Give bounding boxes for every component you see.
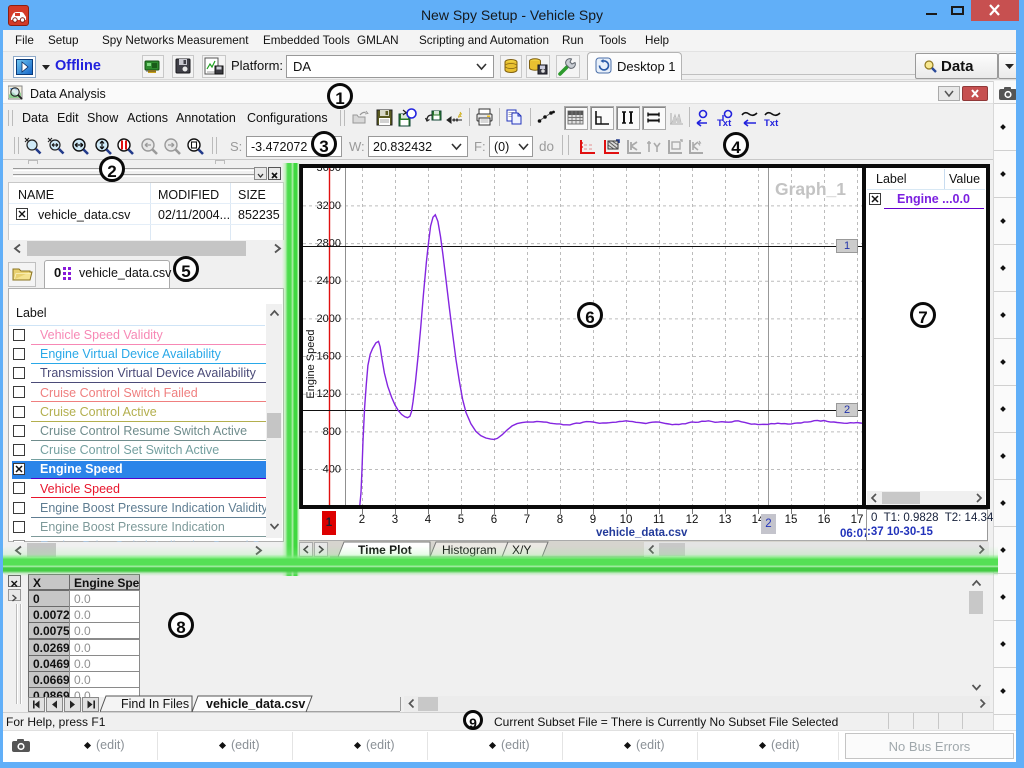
svg-text:vehicle_data.csv: vehicle_data.csv [206,697,305,711]
svg-text:Txt: Txt [717,118,732,128]
svg-text:Graph_1: Graph_1 [775,179,846,199]
svg-text:3200: 3200 [317,200,341,212]
svg-text:Txt: Txt [764,118,779,128]
svg-text:1600: 1600 [317,351,341,363]
svg-text:800: 800 [323,426,341,438]
svg-text:3600: 3600 [317,168,341,174]
svg-text:400: 400 [323,464,341,476]
svg-text:2400: 2400 [317,275,341,287]
svg-text:2800: 2800 [317,238,341,250]
svg-text:Find In Files: Find In Files [121,697,189,711]
svg-text:1200: 1200 [317,388,341,400]
svg-text:Engine Speed: Engine Speed [305,329,317,398]
svg-text:2000: 2000 [317,313,341,325]
